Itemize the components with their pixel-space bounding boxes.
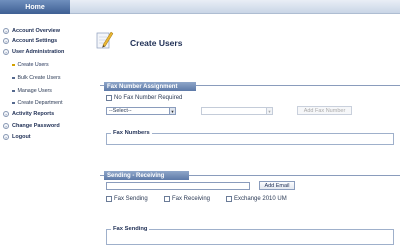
fax-sending-fieldset: Fax Sending bbox=[106, 226, 394, 245]
sidebar-item-label: User Administration bbox=[12, 49, 65, 55]
bullet-icon bbox=[12, 89, 15, 93]
sidebar-item-label: Change Password bbox=[12, 123, 60, 129]
arrow-icon: › bbox=[3, 123, 9, 129]
fax-sending-legend: Fax Sending bbox=[111, 226, 150, 232]
arrow-icon: › bbox=[3, 28, 9, 34]
arrow-icon: › bbox=[3, 134, 9, 140]
home-tab[interactable]: Home bbox=[0, 0, 70, 14]
fax-sending-checkbox[interactable] bbox=[106, 196, 112, 202]
fax-number-secondary-select[interactable]: ▼ bbox=[201, 107, 273, 115]
bullet-icon bbox=[12, 63, 15, 67]
no-fax-checkbox[interactable] bbox=[106, 95, 112, 101]
page-title: Create Users bbox=[130, 38, 183, 48]
sidebar-subitem-create-users[interactable]: Create Users bbox=[12, 60, 82, 70]
fax-sending-option[interactable]: Fax Sending bbox=[106, 196, 148, 202]
sidebar: › Account Overview › Account Settings › … bbox=[0, 15, 82, 250]
bullet-icon bbox=[12, 76, 15, 80]
arrow-icon: › bbox=[3, 38, 9, 44]
arrow-icon: › bbox=[3, 111, 9, 117]
fax-receiving-checkbox[interactable] bbox=[164, 196, 170, 202]
sidebar-item-label: Account Settings bbox=[12, 38, 58, 44]
fax-assignment-header: Fax Number Assignment bbox=[104, 82, 196, 91]
sidebar-item-user-administration[interactable]: › User Administration bbox=[3, 47, 81, 57]
fax-receiving-option[interactable]: Fax Receiving bbox=[164, 196, 210, 202]
sidebar-subitem-manage-users[interactable]: Manage Users bbox=[12, 86, 82, 96]
sidebar-item-label: Logout bbox=[12, 134, 31, 140]
chevron-down-icon: ▼ bbox=[266, 108, 272, 114]
fax-numbers-fieldset: Fax Numbers bbox=[106, 130, 394, 145]
sidebar-item-change-password[interactable]: › Change Password bbox=[3, 121, 81, 131]
chevron-down-icon: ▼ bbox=[169, 108, 175, 114]
add-fax-number-button[interactable]: Add Fax Number bbox=[297, 106, 352, 115]
fax-numbers-legend: Fax Numbers bbox=[111, 130, 152, 136]
sidebar-item-label: Account Overview bbox=[12, 28, 60, 34]
arrow-icon: › bbox=[3, 49, 9, 55]
fax-number-select[interactable]: --Select-- ▼ bbox=[106, 107, 176, 115]
sidebar-subitem-create-department[interactable]: Create Department bbox=[12, 98, 82, 108]
exchange-um-checkbox[interactable] bbox=[226, 196, 232, 202]
edit-document-icon bbox=[96, 31, 114, 49]
sidebar-item-label: Activity Reports bbox=[12, 111, 55, 117]
top-bar: Home bbox=[0, 0, 400, 14]
add-email-button[interactable]: Add Email bbox=[259, 181, 295, 190]
exchange-um-option[interactable]: Exchange 2010 UM bbox=[226, 196, 287, 202]
sidebar-item-logout[interactable]: › Logout bbox=[3, 132, 81, 142]
email-input[interactable] bbox=[106, 182, 250, 190]
sidebar-item-activity-reports[interactable]: › Activity Reports bbox=[3, 109, 81, 119]
no-fax-checkbox-row[interactable]: No Fax Number Required bbox=[106, 95, 182, 101]
sidebar-subitem-bulk-create-users[interactable]: Bulk Create Users bbox=[12, 73, 82, 83]
bullet-icon bbox=[12, 101, 15, 105]
sending-receiving-header: Sending - Receiving bbox=[104, 171, 189, 180]
sidebar-item-account-settings[interactable]: › Account Settings bbox=[3, 36, 81, 46]
sidebar-item-account-overview[interactable]: › Account Overview bbox=[3, 26, 81, 36]
